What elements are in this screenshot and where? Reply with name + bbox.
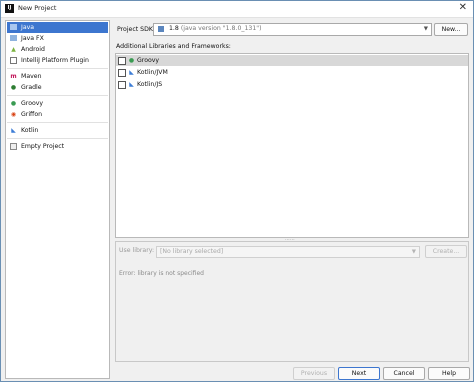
kotlin-jvm-checkbox[interactable] <box>118 69 126 77</box>
new-sdk-button[interactable]: New... <box>434 23 468 36</box>
library-details-panel: Use library: [No library selected] ▼ Cre… <box>115 241 469 362</box>
close-icon[interactable]: ✕ <box>459 2 467 14</box>
sidebar-item-label: Groovy <box>21 100 44 107</box>
sidebar-divider <box>7 68 108 69</box>
library-row-kotlin-js[interactable]: ◣ Kotlin/JS <box>116 79 468 90</box>
sidebar-divider <box>7 138 108 139</box>
new-project-dialog: IJ New Project ✕ Java Java FX ▲ Android … <box>0 0 474 382</box>
kotlin-icon: ◣ <box>129 81 134 88</box>
sidebar-item-groovy[interactable]: ● Groovy <box>7 98 108 109</box>
use-library-value: [No library selected] <box>160 248 224 255</box>
maven-icon: m <box>10 73 17 80</box>
intellij-app-icon: IJ <box>5 4 14 13</box>
kotlin-icon: ◣ <box>11 127 16 134</box>
library-label: Kotlin/JS <box>137 81 163 88</box>
sidebar-item-label: Gradle <box>21 84 42 91</box>
sidebar-item-maven[interactable]: m Maven <box>7 71 108 82</box>
sidebar-item-griffon[interactable]: ◉ Griffon <box>7 109 108 120</box>
sidebar-item-label: Android <box>21 46 45 53</box>
project-type-list: Java Java FX ▲ Android IntelliJ Platform… <box>5 20 110 379</box>
sidebar-item-gradle[interactable]: ● Gradle <box>7 82 108 93</box>
chevron-down-icon: ▼ <box>411 249 416 255</box>
kotlin-icon: ◣ <box>129 69 134 76</box>
groovy-checkbox[interactable] <box>118 57 126 65</box>
sdk-folder-icon <box>158 26 164 32</box>
sidebar-item-kotlin[interactable]: ◣ Kotlin <box>7 125 108 136</box>
sidebar-divider <box>7 122 108 123</box>
android-icon: ▲ <box>11 46 16 53</box>
previous-button[interactable]: Previous <box>293 367 335 380</box>
project-sdk-label: Project SDK: <box>117 26 155 33</box>
library-label: Groovy <box>137 57 160 64</box>
sidebar-item-empty-project[interactable]: Empty Project <box>7 141 108 152</box>
project-sdk-dropdown[interactable]: 1.8 (java version "1.8.0_131") ▼ <box>153 23 432 36</box>
sidebar-item-label: Maven <box>21 73 42 80</box>
sidebar-divider <box>7 95 108 96</box>
groovy-icon: ● <box>10 100 17 107</box>
java-folder-icon <box>10 24 17 30</box>
sidebar-item-label: Java <box>21 24 35 31</box>
sidebar-item-label: Kotlin <box>21 127 39 134</box>
griffon-icon: ◉ <box>10 111 17 118</box>
javafx-icon <box>10 35 17 41</box>
sidebar-item-javafx[interactable]: Java FX <box>7 33 108 44</box>
sdk-version: (java version "1.8.0_131") <box>180 25 262 32</box>
use-library-label: Use library: <box>119 247 155 254</box>
help-button[interactable]: Help <box>428 367 470 380</box>
next-button[interactable]: Next <box>338 367 380 380</box>
empty-project-icon <box>10 143 17 150</box>
library-error-text: Error: library is not specified <box>119 270 204 277</box>
libraries-list: ● Groovy ◣ Kotlin/JVM ◣ Kotlin/JS <box>115 53 469 238</box>
library-label: Kotlin/JVM <box>137 69 168 76</box>
sidebar-item-label: Empty Project <box>21 143 65 150</box>
sidebar-item-label: IntelliJ Platform Plugin <box>21 57 89 64</box>
kotlin-js-checkbox[interactable] <box>118 81 126 89</box>
library-row-groovy[interactable]: ● Groovy <box>116 55 468 66</box>
libraries-label: Additional Libraries and Frameworks: <box>116 43 231 50</box>
create-library-button[interactable]: Create... <box>425 245 467 258</box>
sdk-value: 1.8 <box>169 25 179 32</box>
title-bar: IJ New Project ✕ <box>1 1 473 18</box>
sidebar-item-java[interactable]: Java <box>7 22 108 33</box>
cancel-button[interactable]: Cancel <box>383 367 425 380</box>
plugin-icon <box>10 57 17 64</box>
chevron-down-icon: ▼ <box>423 26 428 32</box>
window-title: New Project <box>18 4 57 12</box>
library-row-kotlin-jvm[interactable]: ◣ Kotlin/JVM <box>116 67 468 78</box>
groovy-icon: ● <box>128 57 135 64</box>
sidebar-item-label: Griffon <box>21 111 43 118</box>
sidebar-item-intellij-plugin[interactable]: IntelliJ Platform Plugin <box>7 55 108 66</box>
sidebar-item-android[interactable]: ▲ Android <box>7 44 108 55</box>
gradle-icon: ● <box>10 84 17 91</box>
use-library-dropdown[interactable]: [No library selected] ▼ <box>156 246 420 258</box>
sidebar-item-label: Java FX <box>21 35 44 42</box>
